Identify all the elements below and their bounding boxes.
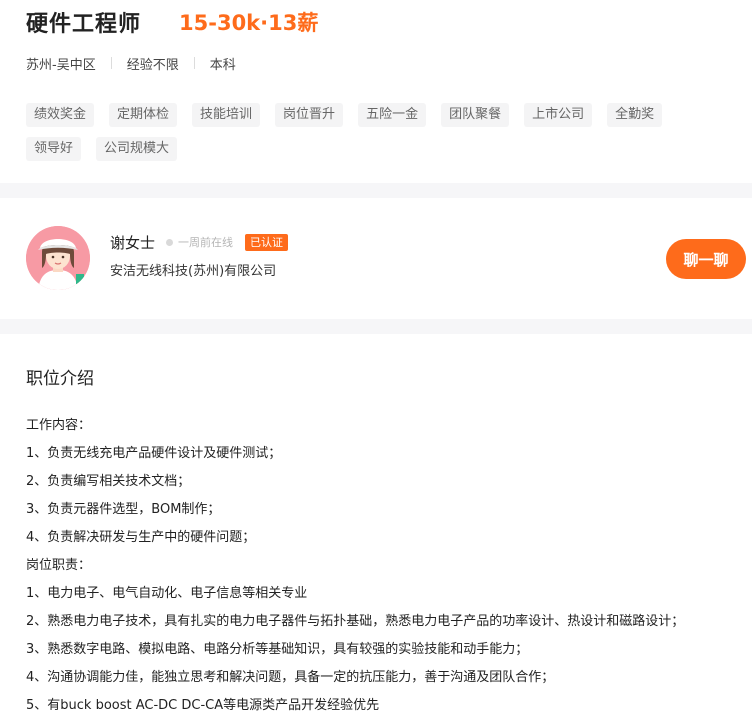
description-line: 工作内容： bbox=[26, 418, 92, 433]
job-location: 苏州-吴中区 bbox=[26, 57, 96, 73]
benefit-tag: 绩效奖金 bbox=[26, 103, 95, 127]
benefit-tag: 五险一金 bbox=[358, 103, 427, 127]
description-line: 2、负责编写相关技术文档； bbox=[26, 474, 191, 489]
description-line: 2、熟悉电力电子技术，具有扎实的电力电子器件与拓扑基础，熟悉电力电子产品的功率设… bbox=[26, 614, 685, 629]
description-line: 1、负责无线充电产品硬件设计及硬件测试； bbox=[26, 446, 282, 461]
section-divider bbox=[0, 319, 752, 334]
job-header: 硬件工程师 15-30k·13薪 苏州-吴中区 经验不限 本科 绩效奖金 定期体… bbox=[0, 0, 752, 183]
recruiter-card: 谢女士 一周前在线 已认证 安洁无线科技(苏州)有限公司 聊一聊 bbox=[0, 198, 752, 319]
divider bbox=[193, 57, 195, 69]
recruiter-avatar-illustration bbox=[26, 226, 90, 290]
avatar[interactable] bbox=[26, 226, 90, 290]
description-line: 3、负责元器件选型，BOM制作； bbox=[26, 502, 221, 517]
benefit-tag: 定期体检 bbox=[109, 103, 178, 127]
job-experience: 经验不限 bbox=[126, 57, 179, 73]
section-divider bbox=[0, 183, 752, 198]
online-status: 一周前在线 bbox=[178, 236, 234, 249]
company-name[interactable]: 安洁无线科技(苏州)有限公司 bbox=[110, 260, 276, 279]
description-line: 岗位职责： bbox=[26, 558, 92, 573]
description-body: 工作内容： 1、负责无线充电产品硬件设计及硬件测试； 2、负责编写相关技术文档；… bbox=[26, 412, 746, 720]
title-row: 硬件工程师 15-30k·13薪 bbox=[26, 4, 318, 40]
description-line: 5、有buck boost AC-DC DC-CA等电源类产品开发经验优先 bbox=[26, 698, 380, 713]
online-status-dot-icon bbox=[166, 238, 174, 246]
description-line: 4、负责解决研发与生产中的硬件问题； bbox=[26, 530, 256, 545]
benefit-tag: 技能培训 bbox=[192, 103, 261, 127]
job-meta: 苏州-吴中区 经验不限 本科 bbox=[26, 53, 236, 73]
chat-button[interactable]: 聊一聊 bbox=[666, 239, 746, 279]
benefit-tag: 领导好 bbox=[26, 137, 82, 161]
benefit-tag: 全勤奖 bbox=[607, 103, 663, 127]
description-line: 1、电力电子、电气自动化、电子信息等相关专业 bbox=[26, 586, 308, 601]
verified-badge: 已认证 bbox=[245, 233, 289, 251]
description-line: 3、熟悉数字电路、模拟电路、电路分析等基础知识，具有较强的实验技能和动手能力； bbox=[26, 642, 529, 657]
job-description: 职位介绍 工作内容： 1、负责无线充电产品硬件设计及硬件测试； 2、负责编写相关… bbox=[0, 334, 752, 722]
section-title: 职位介绍 bbox=[26, 369, 94, 389]
benefit-tag: 团队聚餐 bbox=[441, 103, 510, 127]
job-title: 硬件工程师 bbox=[26, 12, 142, 37]
benefit-tags: 绩效奖金 定期体检 技能培训 岗位晋升 五险一金 团队聚餐 上市公司 全勤奖 领… bbox=[26, 103, 726, 171]
recruiter-name-row: 谢女士 一周前在线 已认证 bbox=[110, 232, 289, 252]
divider bbox=[110, 57, 112, 69]
benefit-tag: 岗位晋升 bbox=[275, 103, 344, 127]
benefit-tag: 公司规模大 bbox=[96, 137, 178, 161]
job-education: 本科 bbox=[209, 57, 236, 73]
salary: 15-30k·13薪 bbox=[179, 11, 319, 35]
recruiter-name: 谢女士 bbox=[110, 233, 156, 252]
benefit-tag: 上市公司 bbox=[524, 103, 593, 127]
description-line: 4、沟通协调能力佳，能独立思考和解决问题，具备一定的抗压能力，善于沟通及团队合作… bbox=[26, 670, 555, 685]
